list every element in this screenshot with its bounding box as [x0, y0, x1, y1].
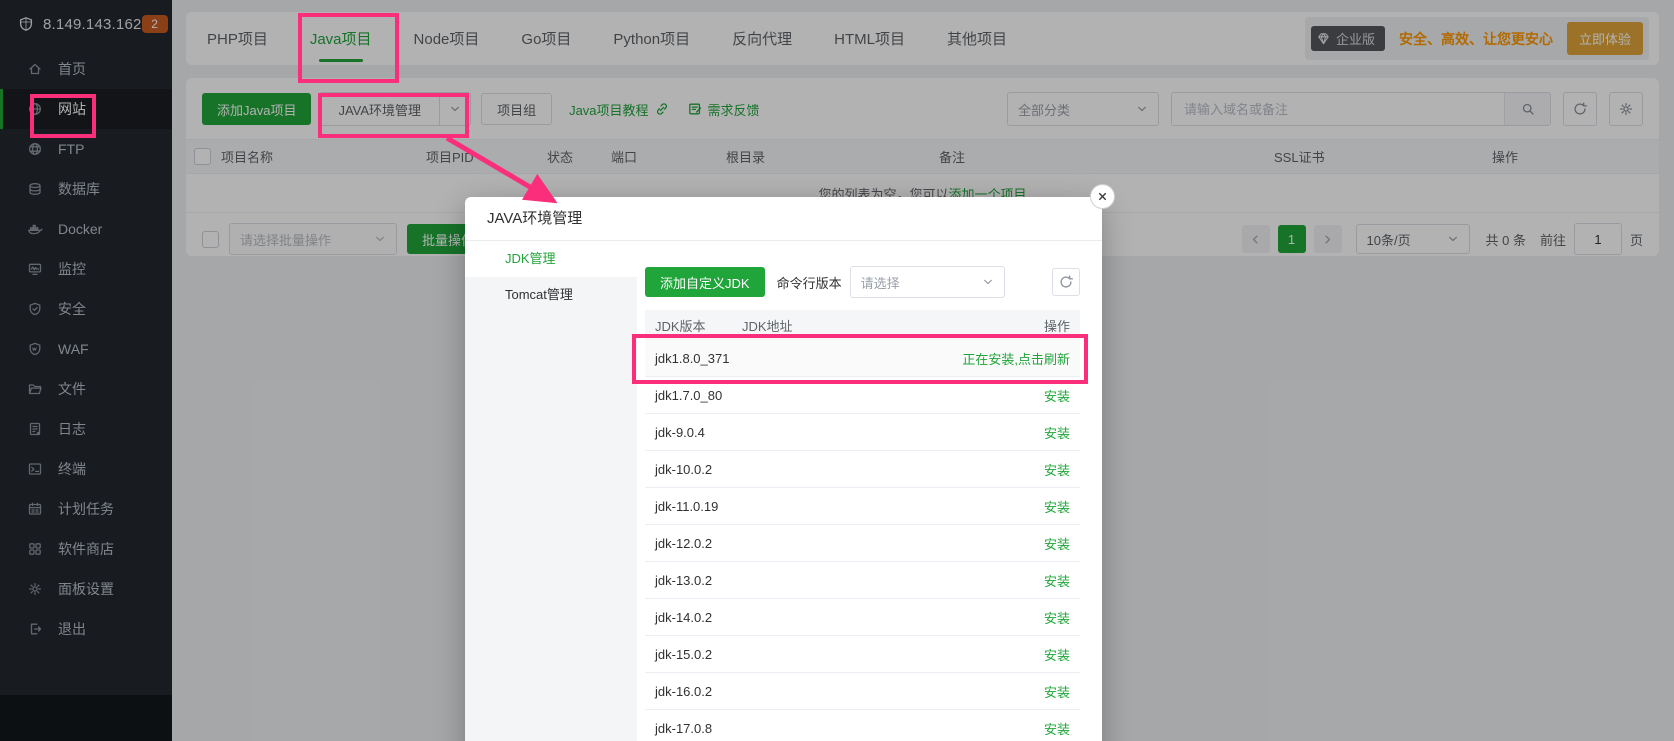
jdk-toolbar: 添加自定义JDK 命令行版本 请选择 — [645, 266, 1080, 298]
cli-version-label: 命令行版本 — [777, 273, 842, 292]
jdk-action-link[interactable]: 安装 — [1044, 460, 1070, 479]
jdk-refresh-button[interactable] — [1052, 268, 1080, 296]
add-custom-jdk-button[interactable]: 添加自定义JDK — [645, 267, 765, 297]
jdk-action-link[interactable]: 安装 — [1044, 682, 1070, 701]
jdk-row: jdk-10.0.2 安装 — [645, 451, 1080, 488]
jdk-action-link[interactable]: 正在安装,点击刷新 — [962, 349, 1070, 368]
jdk-row: jdk-13.0.2 安装 — [645, 562, 1080, 599]
jdk-action-link[interactable]: 安装 — [1044, 645, 1070, 664]
jdk-version: jdk-14.0.2 — [655, 610, 742, 625]
jdk-row: jdk-17.0.8 安装 — [645, 710, 1080, 741]
jdk-row: jdk1.8.0_371 正在安装,点击刷新 — [645, 340, 1080, 377]
close-icon — [1096, 190, 1109, 203]
jdk-version: jdk-16.0.2 — [655, 684, 742, 699]
jdk-action-link[interactable]: 安装 — [1044, 423, 1070, 442]
jdk-action-link[interactable]: 安装 — [1044, 571, 1070, 590]
modal-tabs: JDK管理 Tomcat管理 — [465, 241, 637, 741]
jdk-table: JDK版本 JDK地址 操作 jdk1.8.0_371 正在安装,点击刷新 jd… — [645, 310, 1080, 741]
cli-select-placeholder: 请选择 — [861, 273, 900, 292]
jdk-version: jdk-11.0.19 — [655, 499, 742, 514]
jdk-table-header: JDK版本 JDK地址 操作 — [645, 310, 1080, 340]
modal-close-button[interactable] — [1090, 184, 1115, 209]
jdk-version: jdk-17.0.8 — [655, 721, 742, 736]
jdk-rows: jdk1.8.0_371 正在安装,点击刷新 jdk1.7.0_80 安装 jd… — [645, 340, 1080, 741]
modal-tab[interactable]: Tomcat管理 — [465, 277, 637, 313]
screen: 8.149.143.162 2 首页 网站 FTP 数据库 D — [0, 0, 1674, 741]
jdk-row: jdk-14.0.2 安装 — [645, 599, 1080, 636]
modal-tab-label: JDK管理 — [505, 251, 556, 266]
jdk-action-link[interactable]: 安装 — [1044, 608, 1070, 627]
jdk-row: jdk-16.0.2 安装 — [645, 673, 1080, 710]
jdk-action-link[interactable]: 安装 — [1044, 719, 1070, 738]
jdk-version: jdk-13.0.2 — [655, 573, 742, 588]
jdk-version-header: JDK版本 — [655, 316, 742, 335]
modal-tab-label: Tomcat管理 — [505, 287, 573, 302]
jdk-row: jdk-9.0.4 安装 — [645, 414, 1080, 451]
jdk-version: jdk1.7.0_80 — [655, 388, 742, 403]
jdk-row: jdk-12.0.2 安装 — [645, 525, 1080, 562]
java-env-modal: JAVA环境管理 JDK管理 Tomcat管理 添加自定义JDK 命令行版本 请… — [465, 197, 1102, 741]
jdk-version: jdk-10.0.2 — [655, 462, 742, 477]
jdk-address-header: JDK地址 — [742, 316, 1044, 335]
jdk-row: jdk-11.0.19 安装 — [645, 488, 1080, 525]
modal-tab[interactable]: JDK管理 — [465, 241, 637, 277]
refresh-icon — [1058, 274, 1074, 290]
modal-header: JAVA环境管理 — [465, 197, 1102, 241]
modal-body: JDK管理 Tomcat管理 添加自定义JDK 命令行版本 请选择 — [465, 241, 1102, 741]
jdk-row: jdk1.7.0_80 安装 — [645, 377, 1080, 414]
cli-version-select[interactable]: 请选择 — [850, 266, 1005, 298]
jdk-action-link[interactable]: 安装 — [1044, 534, 1070, 553]
jdk-version: jdk-15.0.2 — [655, 647, 742, 662]
jdk-version: jdk-12.0.2 — [655, 536, 742, 551]
jdk-version: jdk1.8.0_371 — [655, 351, 742, 366]
chevron-down-icon — [982, 276, 994, 288]
jdk-action-link[interactable]: 安装 — [1044, 497, 1070, 516]
jdk-version: jdk-9.0.4 — [655, 425, 742, 440]
jdk-row: jdk-15.0.2 安装 — [645, 636, 1080, 673]
jdk-manager-content: 添加自定义JDK 命令行版本 请选择 JDK版本 JDK地址 操作 — [637, 241, 1102, 741]
jdk-action-link[interactable]: 安装 — [1044, 386, 1070, 405]
jdk-action-header: 操作 — [1044, 316, 1070, 335]
modal-title: JAVA环境管理 — [487, 210, 582, 227]
